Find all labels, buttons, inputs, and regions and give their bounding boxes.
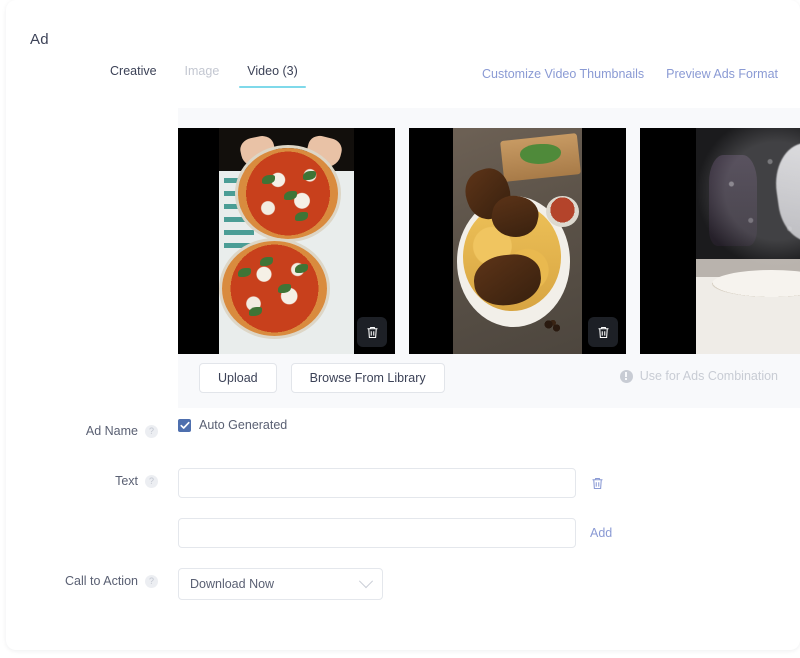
text-field-1-group [178, 468, 605, 498]
tab-bar: Creative Image Video (3) [96, 64, 312, 88]
use-for-ads-combination-option: Use for Ads Combination [619, 369, 778, 383]
ad-name-label-group: Ad Name ? [30, 424, 158, 438]
preview-ads-format-link[interactable]: Preview Ads Format [666, 67, 778, 81]
info-icon [619, 369, 633, 383]
trash-icon [365, 325, 380, 340]
ad-panel: Ad Creative Image Video (3) Customize Vi… [6, 0, 800, 650]
customize-video-thumbnails-link[interactable]: Customize Video Thumbnails [482, 67, 644, 81]
gallery-action-buttons: Upload Browse From Library [199, 363, 445, 393]
delete-text-button[interactable] [590, 476, 605, 491]
header-links: Customize Video Thumbnails Preview Ads F… [482, 67, 778, 81]
page-title: Ad [30, 31, 49, 48]
auto-generated-checkbox[interactable] [178, 418, 191, 432]
ad-form: Ad Name ? Auto Generated Text ? Add Call… [6, 408, 800, 608]
text-field-2-group: Add [178, 518, 612, 548]
text-input-1[interactable] [178, 468, 576, 498]
auto-generated-label: Auto Generated [199, 418, 288, 432]
help-icon[interactable]: ? [145, 474, 158, 488]
ad-name-field: Auto Generated [178, 418, 287, 432]
form-row-text-2: Add [6, 508, 800, 558]
form-row-call-to-action: Call to Action ? Download Now [6, 558, 800, 608]
delete-thumbnail-button-1[interactable] [357, 317, 387, 347]
call-to-action-label: Call to Action [65, 574, 138, 588]
trash-icon [590, 476, 605, 491]
video-thumbnail-1[interactable] [178, 128, 395, 354]
video-thumbnail-3[interactable] [640, 128, 800, 354]
ad-name-label: Ad Name [85, 424, 138, 438]
form-row-text-1: Text ? [6, 458, 800, 508]
text-label-group: Text ? [30, 474, 158, 488]
call-to-action-field: Download Now [178, 568, 383, 600]
call-to-action-select[interactable]: Download Now [178, 568, 383, 600]
tab-creative[interactable]: Creative [96, 64, 171, 88]
trash-icon [596, 325, 611, 340]
upload-button[interactable]: Upload [199, 363, 277, 393]
browse-from-library-button[interactable]: Browse From Library [290, 363, 445, 393]
text-label: Text [115, 474, 138, 488]
help-icon[interactable]: ? [145, 574, 158, 588]
auto-generated-checkbox-row[interactable]: Auto Generated [178, 418, 287, 432]
help-icon[interactable]: ? [145, 424, 158, 438]
add-text-link[interactable]: Add [590, 526, 612, 540]
thumbnail-image-2 [453, 128, 582, 354]
video-gallery: Upload Browse From Library Use for Ads C… [178, 108, 800, 408]
video-thumbnail-2[interactable] [409, 128, 626, 354]
check-icon [179, 421, 190, 429]
thumbnail-image-1 [219, 128, 354, 354]
tab-video[interactable]: Video (3) [233, 64, 312, 88]
use-for-ads-combination-label: Use for Ads Combination [639, 369, 778, 383]
call-to-action-label-group: Call to Action ? [30, 574, 158, 588]
thumbnail-list [178, 128, 800, 354]
call-to-action-value: Download Now [190, 577, 275, 591]
thumbnail-image-3 [696, 128, 800, 354]
chevron-down-icon [358, 574, 374, 589]
form-row-ad-name: Ad Name ? Auto Generated [6, 408, 800, 458]
tab-image[interactable]: Image [171, 64, 234, 88]
text-input-2[interactable] [178, 518, 576, 548]
delete-thumbnail-button-2[interactable] [588, 317, 618, 347]
